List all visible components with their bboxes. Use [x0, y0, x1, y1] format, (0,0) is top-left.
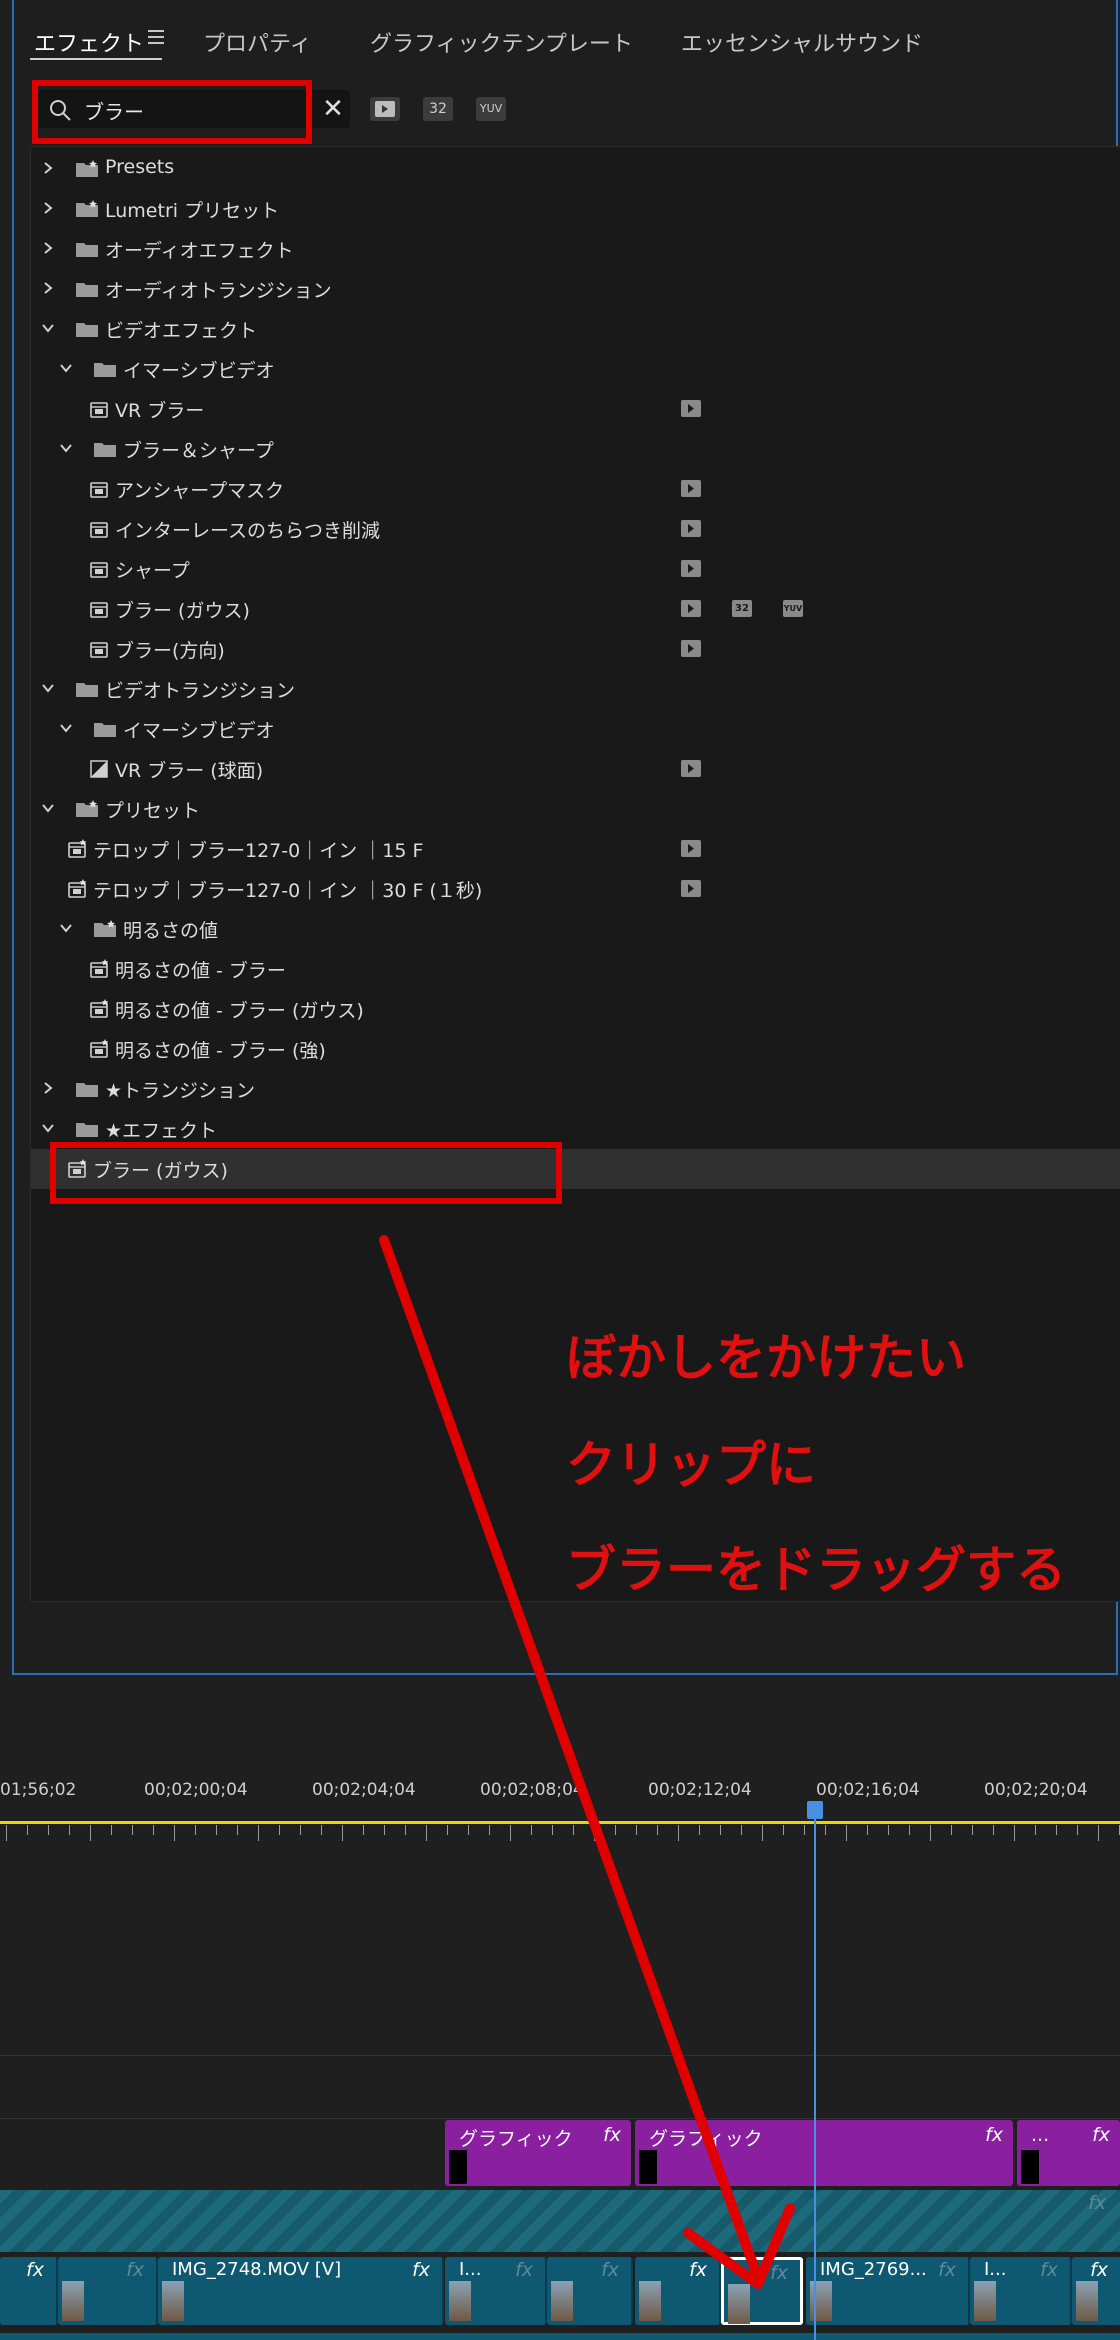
drag-arrow	[379, 1235, 795, 2289]
